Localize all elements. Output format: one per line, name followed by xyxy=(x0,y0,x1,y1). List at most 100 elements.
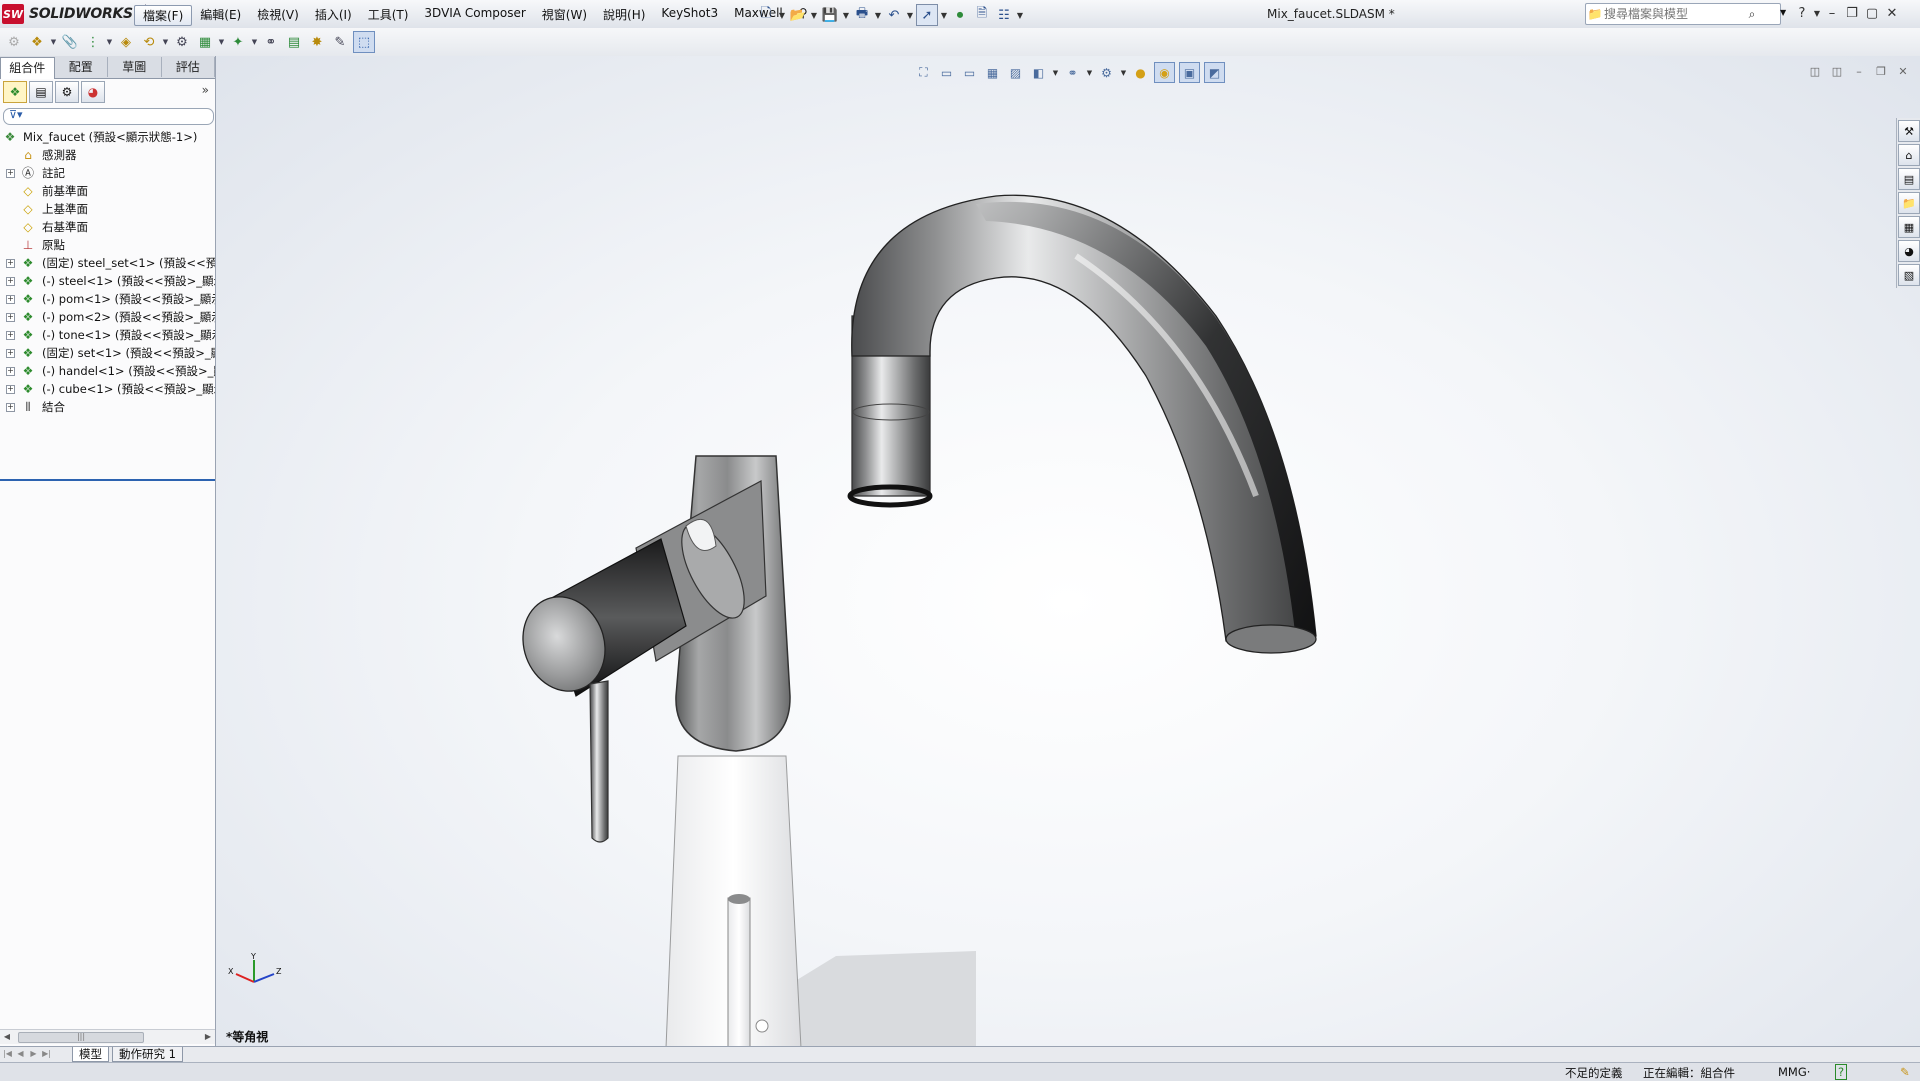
tree-item-mates[interactable]: + ⫴ 結合 xyxy=(0,398,215,416)
undo-dropdown-icon[interactable]: ▼ xyxy=(906,5,914,25)
menu-keyshot3[interactable]: KeyShot3 xyxy=(653,5,726,26)
help-icon[interactable]: ? xyxy=(1793,4,1811,22)
exploded-view-icon[interactable]: ✸ xyxy=(307,32,327,52)
faucet-3d-model[interactable] xyxy=(216,56,1920,1048)
expand-icon[interactable]: + xyxy=(6,349,15,358)
scroll-thumb[interactable]: ||| xyxy=(18,1032,144,1043)
new-dropdown-icon[interactable]: ▼ xyxy=(778,5,786,25)
appearances-icon[interactable]: ◕ xyxy=(1898,240,1920,262)
file-explorer-icon[interactable]: 📁 xyxy=(1898,192,1920,214)
expand-icon[interactable]: + xyxy=(6,403,15,412)
menu-help[interactable]: 說明(H) xyxy=(595,5,653,26)
menu-file[interactable]: 檔案(F) xyxy=(134,5,193,26)
expand-icon[interactable]: + xyxy=(6,169,15,178)
insert-dropdown-icon[interactable]: ▼ xyxy=(50,32,57,52)
search-input[interactable] xyxy=(1604,7,1744,21)
mate-icon[interactable]: 📎 xyxy=(60,32,80,52)
expand-icon[interactable]: + xyxy=(6,331,15,340)
tree-item-front-plane[interactable]: ◇ 前基準面 xyxy=(0,182,215,200)
undo-icon[interactable]: ↶ xyxy=(884,5,904,25)
smart-fasteners-icon[interactable]: ◈ xyxy=(116,32,136,52)
tree-item-component[interactable]: + ❖ (-) pom<2> (預設<<預設>_顯示 xyxy=(0,308,215,326)
expand-icon[interactable]: + xyxy=(6,385,15,394)
print-icon[interactable]: 🖶 xyxy=(852,5,872,25)
tree-filter[interactable]: ⊽▾ xyxy=(3,108,214,125)
first-tab-icon[interactable]: |◀ xyxy=(2,1048,13,1060)
select-dropdown-icon[interactable]: ▼ xyxy=(940,5,948,25)
tree-item-origin[interactable]: ⊥ 原點 xyxy=(0,236,215,254)
tree-item-component[interactable]: + ❖ (-) cube<1> (預設<<預設>_顯示 xyxy=(0,380,215,398)
menu-view[interactable]: 檢視(V) xyxy=(249,5,307,26)
options-icon[interactable]: ☷ xyxy=(994,5,1014,25)
tree-item-right-plane[interactable]: ◇ 右基準面 xyxy=(0,218,215,236)
menu-window[interactable]: 視窗(W) xyxy=(534,5,595,26)
expand-icon[interactable]: + xyxy=(6,367,15,376)
reference-geometry-icon[interactable]: ✦ xyxy=(228,32,248,52)
tree-item-component[interactable]: + ❖ (固定) steel_set<1> (預設<<預設 xyxy=(0,254,215,272)
menu-insert[interactable]: 插入(I) xyxy=(307,5,360,26)
expand-icon[interactable]: + xyxy=(6,259,15,268)
solidworks-resources-icon[interactable]: ⚒ xyxy=(1898,120,1920,142)
tab-assembly[interactable]: 組合件 xyxy=(0,57,55,79)
featuremanager-tab-icon[interactable]: ❖ xyxy=(3,81,27,103)
menu-tools[interactable]: 工具(T) xyxy=(360,5,417,26)
tree-item-component[interactable]: + ❖ (-) pom<1> (預設<<預設>_顯示 xyxy=(0,290,215,308)
features-dropdown-icon[interactable]: ▼ xyxy=(218,32,225,52)
reference-dropdown-icon[interactable]: ▼ xyxy=(251,32,258,52)
graphics-area[interactable]: ⛶ ▭ ▭ ▦ ▨ ◧ ▼ ⚭ ▼ ⚙ ▼ ● ◉ ▣ ◩ ◫ ◫ – ❐ ✕ xyxy=(216,56,1920,1048)
close-icon[interactable]: ✕ xyxy=(1883,4,1901,22)
print-dropdown-icon[interactable]: ▼ xyxy=(874,5,882,25)
insert-components-icon[interactable]: ❖ xyxy=(27,32,47,52)
custom-properties-icon[interactable]: ▧ xyxy=(1898,264,1920,286)
tab-sketch[interactable]: 草圖 xyxy=(108,57,162,77)
rollback-bar[interactable] xyxy=(0,479,215,481)
home-icon[interactable]: ⌂ xyxy=(1898,144,1920,166)
propertymanager-tab-icon[interactable]: ▤ xyxy=(29,81,53,103)
rebuild-status-icon[interactable]: ✎ xyxy=(1900,1065,1910,1079)
more-tabs-chevron-icon[interactable]: » xyxy=(202,83,209,97)
tab-evaluate[interactable]: 評估 xyxy=(162,57,215,77)
search-icon[interactable]: ⌕ xyxy=(1744,7,1760,22)
tree-item-component[interactable]: + ❖ (-) steel<1> (預設<<預設>_顯示 xyxy=(0,272,215,290)
explode-line-sketch-icon[interactable]: ✎ xyxy=(330,32,350,52)
configurationmanager-tab-icon[interactable]: ⚙ xyxy=(55,81,79,103)
minimize-icon[interactable]: – xyxy=(1823,4,1841,22)
file-properties-icon[interactable]: 🗎 xyxy=(972,5,992,25)
scroll-right-icon[interactable]: ▶ xyxy=(201,1030,215,1044)
save-dropdown-icon[interactable]: ▼ xyxy=(842,5,850,25)
quick-tips-icon[interactable]: ? xyxy=(1835,1064,1848,1080)
last-tab-icon[interactable]: ▶| xyxy=(41,1048,52,1060)
menu-3dvia-composer[interactable]: 3DVIA Composer xyxy=(416,5,533,26)
horizontal-scrollbar[interactable]: ◀ ||| ▶ xyxy=(0,1029,215,1044)
tree-item-annotations[interactable]: + Ⓐ 註記 xyxy=(0,164,215,182)
select-pointer-icon[interactable]: ➚ xyxy=(916,4,938,26)
tree-item-component[interactable]: + ❖ (-) tone<1> (預設<<預設>_顯示 xyxy=(0,326,215,344)
move-dropdown-icon[interactable]: ▼ xyxy=(162,32,169,52)
expand-icon[interactable]: + xyxy=(6,277,15,286)
expand-icon[interactable]: + xyxy=(6,313,15,322)
open-dropdown-icon[interactable]: ▼ xyxy=(810,5,818,25)
tree-root[interactable]: ❖ Mix_faucet (預設<顯示狀態-1>) xyxy=(0,128,215,146)
search-box[interactable]: 📁 ⌕ xyxy=(1585,3,1781,25)
pattern-dropdown-icon[interactable]: ▼ xyxy=(106,32,113,52)
help-dropdown-icon[interactable]: ▼ xyxy=(1813,4,1821,22)
tree-item-component[interactable]: + ❖ (固定) set<1> (預設<<預設>_顯 xyxy=(0,344,215,362)
new-motion-study-icon[interactable]: ⚭ xyxy=(261,32,281,52)
instant3d-icon[interactable]: ⬚ xyxy=(353,31,375,53)
tab-motion-study[interactable]: 動作研究 1 xyxy=(112,1047,183,1062)
linear-pattern-icon[interactable]: ⋮ xyxy=(83,32,103,52)
view-palette-icon[interactable]: ▦ xyxy=(1898,216,1920,238)
traffic-light-rebuild-icon[interactable]: ⏺ xyxy=(950,5,970,25)
scroll-left-icon[interactable]: ◀ xyxy=(0,1030,14,1044)
maximize-icon[interactable]: ▢ xyxy=(1863,4,1881,22)
menu-edit[interactable]: 編輯(E) xyxy=(192,5,249,26)
units-status[interactable]: MMG· xyxy=(1778,1065,1810,1079)
tab-model[interactable]: 模型 xyxy=(72,1047,109,1062)
new-document-icon[interactable]: 🗋 xyxy=(756,5,776,25)
prev-tab-icon[interactable]: ◀ xyxy=(15,1048,26,1060)
open-folder-icon[interactable]: 📂 xyxy=(788,5,808,25)
tree-item-component[interactable]: + ❖ (-) handel<1> (預設<<預設>_顯 xyxy=(0,362,215,380)
move-component-icon[interactable]: ⟲ xyxy=(139,32,159,52)
tab-layout[interactable]: 配置 xyxy=(55,57,108,77)
next-tab-icon[interactable]: ▶ xyxy=(28,1048,39,1060)
